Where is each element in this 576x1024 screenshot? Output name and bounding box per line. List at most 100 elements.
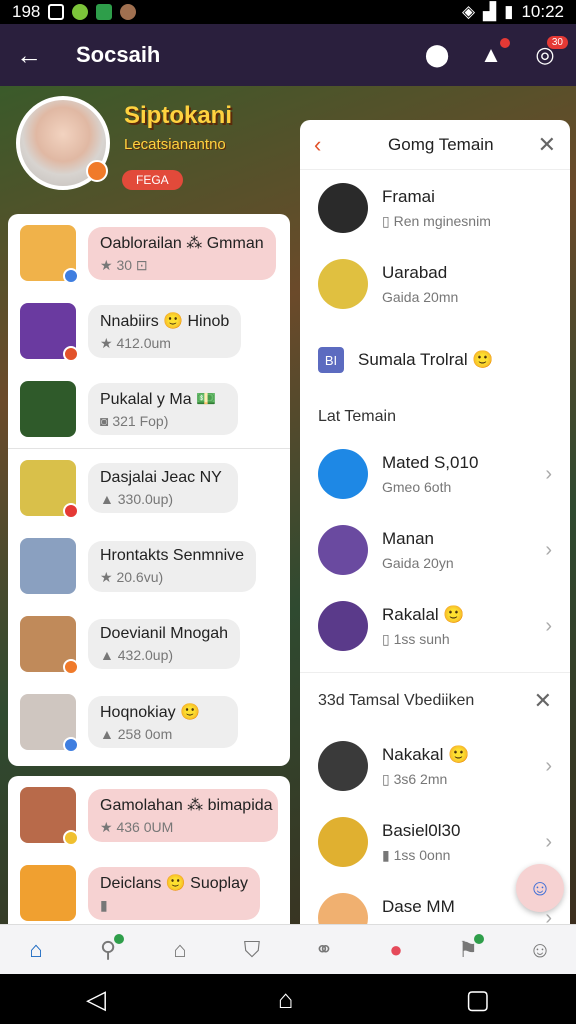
status-dot	[86, 160, 108, 182]
nav-friends-icon[interactable]: ⚭	[304, 930, 344, 970]
message-bubble: Doevianil Mnogah ▲ 432.0up)	[88, 619, 241, 669]
avatar-icon	[120, 4, 137, 20]
message-bubble: Oablorailan ⁂ Gmman ★ 30 ⊡	[88, 226, 276, 280]
chat-name: Pukalal y Ma 💵	[100, 391, 216, 408]
nav-house-icon[interactable]: ⌂	[160, 930, 200, 970]
special-row-label: Sumala Trolral 🙂	[358, 350, 494, 369]
timer-icon[interactable]: ◎ 30	[530, 36, 568, 70]
chevron-right-icon[interactable]: ›	[545, 755, 552, 778]
message-bubble: Nnabiirs 🙂 Hinob ★ 412.0um	[88, 304, 242, 358]
app-icon	[72, 4, 89, 20]
friend-name: Uarabad	[382, 263, 448, 282]
status-dot	[63, 737, 79, 753]
panel-title: Gomg Temain	[388, 134, 494, 154]
bell-icon[interactable]: ▲	[476, 38, 510, 70]
chat-row[interactable]: Hrontakts Senmnive ★ 20.6vu)	[8, 527, 290, 605]
chat-name: Hoqnokiay 🙂	[100, 704, 200, 721]
sys-recents-icon[interactable]: ▢	[465, 984, 490, 1015]
chat-row[interactable]: Doevianil Mnogah ▲ 432.0up)	[8, 605, 290, 683]
chat-name: Doevianil Mnogah	[100, 625, 229, 642]
friend-row[interactable]: Framai ▯ Ren mginesnim	[300, 170, 570, 246]
sys-home-icon[interactable]: ⌂	[278, 984, 294, 1015]
message-bubble: Deiclans 🙂 Suoplay ▮	[88, 866, 260, 920]
chat-meta: ◙ 321 Fop)	[100, 413, 169, 429]
chat-meta: ▲ 330.0up)	[100, 491, 174, 507]
friend-status: ▮ 1ss 0onn	[382, 846, 451, 863]
friend-status: Gaida 20yn	[382, 555, 454, 571]
chat-meta: ▲ 258 0om	[100, 726, 173, 742]
battery-icon: ▮	[504, 2, 514, 21]
chat-row[interactable]: Gamolahan ⁂ bimapida ★ 436 0UM	[8, 776, 290, 854]
sys-back-icon[interactable]: ◁	[86, 984, 106, 1015]
avatar	[318, 183, 368, 233]
chevron-right-icon[interactable]: ›	[545, 539, 552, 562]
close-section-icon[interactable]: ✕	[534, 688, 552, 714]
chevron-left-icon[interactable]: ‹	[314, 132, 344, 158]
chat-row[interactable]: Oablorailan ⁂ Gmman ★ 30 ⊡	[8, 214, 290, 292]
hero-name: Siptokani	[124, 102, 233, 129]
friend-status: Gaida 20mn	[382, 289, 459, 305]
bottom-nav: ⌂ ⚲ ⌂ ⛉ ⚭ ● ⚑ ☺	[0, 924, 576, 974]
chat-row[interactable]: Dasjalai Jeac NY ▲ 330.0up)	[8, 449, 290, 527]
page-title: Socsaih	[76, 42, 161, 67]
friend-name: Framai	[382, 186, 435, 206]
chat-row[interactable]: Hoqnokiay 🙂 ▲ 258 0om	[8, 683, 290, 761]
chat-row[interactable]: Deiclans 🙂 Suoplay ▮	[8, 854, 290, 924]
friend-status: ▯ 1ss sunh	[382, 630, 450, 647]
friend-row[interactable]: Rakalal 🙂 ▯ 1ss sunh ›	[300, 588, 570, 664]
chevron-right-icon[interactable]: ›	[545, 463, 552, 486]
chat-meta: ▲ 432.0up)	[100, 647, 174, 663]
chevron-right-icon[interactable]: ›	[545, 615, 552, 638]
wifi-icon: ◈	[461, 2, 476, 21]
close-icon[interactable]: ✕	[538, 132, 556, 158]
avatar	[318, 741, 368, 791]
nav-location-icon[interactable]: ⚑	[448, 930, 488, 970]
friends-panel: ‹ Gomg Temain ✕ Framai ▯ Ren mginesnim Uar…	[300, 120, 570, 926]
chat-meta: ★ 20.6vu)	[100, 568, 164, 585]
chat-name: Gamolahan ⁂ bimapida	[100, 796, 273, 814]
status-dot	[63, 659, 79, 675]
avatar	[20, 381, 76, 437]
back-arrow-icon[interactable]: ←	[16, 40, 56, 71]
location-icon[interactable]: ⬤	[422, 40, 452, 70]
chat-row[interactable]: Nnabiirs 🙂 Hinob ★ 412.0um	[8, 292, 290, 370]
nav-home-icon[interactable]: ⌂	[16, 930, 56, 970]
panel-header: ‹ Gomg Temain ✕	[300, 120, 570, 170]
app-bar: ← Socsaih ⬤ ▲ ◎ 30	[0, 24, 576, 86]
hero-subtitle: Lecatsianantno	[124, 136, 226, 153]
chat-list: Oablorailan ⁂ Gmman ★ 30 ⊡ Nnabiirs 🙂 Hino…	[8, 214, 290, 766]
chat-row[interactable]: Pukalal y Ma 💵 ◙ 321 Fop)	[8, 370, 290, 448]
profile-avatar[interactable]	[16, 96, 110, 190]
friend-row[interactable]: Mated S,010 Gmeo 6oth ›	[300, 436, 570, 512]
chat-name: Oablorailan ⁂ Gmman	[100, 234, 264, 252]
message-bubble: Hoqnokiay 🙂 ▲ 258 0om	[88, 696, 238, 748]
signal-icon: ▟	[483, 2, 497, 21]
status-dot	[63, 346, 79, 362]
avatar	[20, 460, 79, 519]
avatar	[20, 865, 76, 921]
friend-row[interactable]: Uarabad Gaida 20mn	[300, 246, 570, 322]
status-time: 10:22	[521, 2, 564, 21]
status-dot	[63, 830, 79, 846]
system-nav: ◁ ⌂ ▢	[0, 974, 576, 1024]
friend-name: Manan	[382, 529, 434, 548]
emoji-fab-button[interactable]: ☺	[516, 864, 564, 912]
chevron-right-icon[interactable]: ›	[545, 831, 552, 854]
friend-name: Mated S,010	[382, 453, 479, 472]
nav-chat-icon[interactable]: ●	[376, 930, 416, 970]
friend-row[interactable]: Manan Gaida 20yn ›	[300, 512, 570, 588]
hero-badge[interactable]: FEGA	[122, 170, 183, 190]
friend-name: Rakalal 🙂	[382, 604, 465, 624]
friend-row[interactable]: Nakakal 🙂 ▯ 3s6 2mn ›	[300, 728, 570, 804]
avatar	[20, 694, 79, 753]
nav-profile-icon[interactable]: ☺	[520, 930, 560, 970]
status-bar: 198 ◈ ▟ ▮ 10:22	[0, 0, 576, 24]
message-bubble: Gamolahan ⁂ bimapida ★ 436 0UM	[88, 788, 278, 842]
notif-badge: 30	[546, 36, 568, 49]
status-dot	[63, 268, 79, 284]
nav-shield-icon[interactable]: ⛉	[232, 930, 272, 970]
avatar	[20, 303, 79, 362]
nav-search-icon[interactable]: ⚲	[88, 930, 128, 970]
special-row[interactable]: BI Sumala Trolral 🙂	[300, 322, 570, 398]
chat-name: Dasjalai Jeac NY	[100, 469, 222, 486]
